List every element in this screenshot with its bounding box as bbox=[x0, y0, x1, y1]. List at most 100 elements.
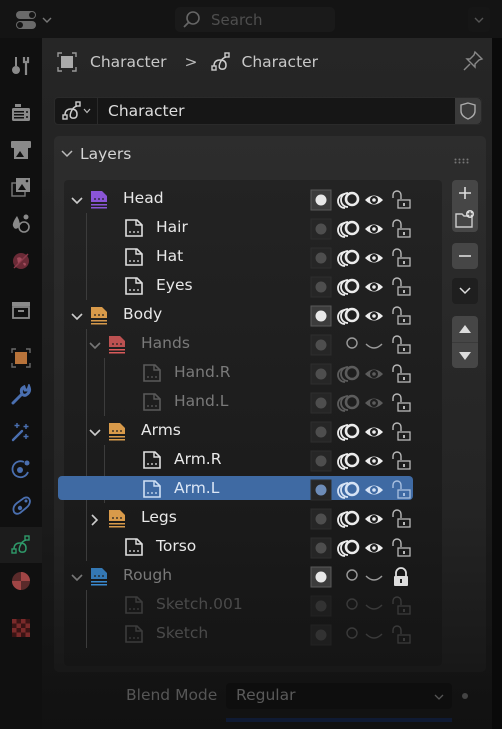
visibility-toggle[interactable] bbox=[363, 305, 385, 331]
visibility-toggle[interactable] bbox=[363, 247, 385, 273]
layer-row[interactable]: Sketch bbox=[64, 621, 442, 647]
keyframe-dot-button[interactable] bbox=[462, 693, 468, 699]
visibility-toggle[interactable] bbox=[363, 363, 385, 389]
visibility-toggle[interactable] bbox=[363, 537, 385, 563]
visibility-toggle[interactable] bbox=[363, 218, 385, 244]
expand-toggle[interactable] bbox=[70, 192, 84, 211]
lock-toggle[interactable] bbox=[390, 624, 412, 650]
move-up-button[interactable] bbox=[452, 316, 478, 342]
layer-row[interactable]: Arm.L bbox=[58, 476, 442, 505]
onion-skin-toggle[interactable] bbox=[337, 624, 361, 650]
mask-toggle[interactable] bbox=[310, 218, 332, 244]
visibility-toggle[interactable] bbox=[363, 624, 385, 650]
visibility-toggle[interactable] bbox=[363, 276, 385, 302]
onion-skin-toggle[interactable] bbox=[337, 566, 361, 592]
onion-skin-toggle[interactable] bbox=[337, 305, 361, 331]
lock-toggle[interactable] bbox=[390, 305, 412, 331]
lock-toggle[interactable] bbox=[390, 421, 412, 447]
onion-skin-toggle[interactable] bbox=[337, 276, 361, 302]
tab-collection[interactable] bbox=[0, 294, 42, 326]
lock-toggle[interactable] bbox=[390, 189, 412, 215]
mask-toggle[interactable] bbox=[310, 537, 332, 563]
blend-mode-dropdown[interactable]: Regular bbox=[226, 683, 452, 709]
layer-row[interactable]: Legs bbox=[64, 505, 442, 531]
specials-menu-button[interactable] bbox=[452, 278, 478, 304]
layer-row[interactable]: Hand.R bbox=[64, 360, 442, 386]
visibility-toggle[interactable] bbox=[363, 450, 385, 476]
onion-skin-toggle[interactable] bbox=[337, 595, 361, 621]
layers-panel-header[interactable]: Layers bbox=[60, 142, 131, 166]
mask-toggle[interactable] bbox=[310, 421, 332, 447]
onion-skin-toggle[interactable] bbox=[337, 363, 361, 389]
visibility-toggle[interactable] bbox=[363, 479, 385, 505]
layer-row[interactable]: Arm.R bbox=[64, 447, 442, 473]
visibility-toggle[interactable] bbox=[363, 334, 385, 360]
add-layer-button[interactable] bbox=[452, 180, 478, 206]
mask-toggle[interactable] bbox=[310, 450, 332, 476]
lock-toggle[interactable] bbox=[390, 479, 412, 505]
tab-render[interactable] bbox=[0, 97, 42, 129]
layer-row[interactable]: Rough bbox=[64, 563, 442, 589]
tab-view-layer[interactable] bbox=[0, 171, 42, 203]
editor-type-button[interactable] bbox=[14, 7, 54, 33]
tab-texture[interactable] bbox=[0, 612, 42, 644]
visibility-toggle[interactable] bbox=[363, 508, 385, 534]
onion-skin-toggle[interactable] bbox=[337, 392, 361, 418]
browse-datablock-button[interactable] bbox=[55, 98, 98, 124]
lock-toggle[interactable] bbox=[390, 508, 412, 534]
mask-toggle[interactable] bbox=[310, 276, 332, 302]
lock-toggle[interactable] bbox=[390, 247, 412, 273]
mask-toggle[interactable] bbox=[310, 305, 332, 331]
mask-toggle[interactable] bbox=[310, 566, 332, 592]
tab-object[interactable] bbox=[0, 342, 42, 374]
lock-toggle[interactable] bbox=[390, 334, 412, 360]
pin-button[interactable] bbox=[462, 50, 484, 76]
move-down-button[interactable] bbox=[452, 342, 478, 368]
tab-tool[interactable] bbox=[0, 50, 42, 82]
layer-row[interactable]: Sketch.001 bbox=[64, 592, 442, 618]
lock-toggle[interactable] bbox=[390, 363, 412, 389]
layer-row[interactable]: Arms bbox=[64, 418, 442, 444]
tab-material[interactable] bbox=[0, 565, 42, 597]
mask-toggle[interactable] bbox=[310, 363, 332, 389]
visibility-toggle[interactable] bbox=[363, 392, 385, 418]
visibility-toggle[interactable] bbox=[363, 189, 385, 215]
tab-effects[interactable] bbox=[0, 416, 42, 448]
layer-row[interactable]: Hand.L bbox=[64, 389, 442, 415]
tab-object-data[interactable] bbox=[0, 527, 42, 563]
layer-row[interactable]: Torso bbox=[64, 534, 442, 560]
mask-toggle[interactable] bbox=[310, 334, 332, 360]
onion-skin-toggle[interactable] bbox=[337, 479, 361, 505]
tab-modifiers[interactable] bbox=[0, 379, 42, 411]
fake-user-button[interactable] bbox=[455, 98, 481, 124]
lock-toggle[interactable] bbox=[390, 276, 412, 302]
visibility-toggle[interactable] bbox=[363, 421, 385, 447]
lock-toggle[interactable] bbox=[390, 392, 412, 418]
onion-skin-toggle[interactable] bbox=[337, 218, 361, 244]
layer-row[interactable]: Hair bbox=[64, 215, 442, 241]
layer-row[interactable]: Hat bbox=[64, 244, 442, 270]
panel-drag-handle[interactable] bbox=[454, 149, 470, 168]
mask-toggle[interactable] bbox=[310, 624, 332, 650]
onion-skin-toggle[interactable] bbox=[337, 537, 361, 563]
expand-toggle[interactable] bbox=[70, 308, 84, 327]
expand-toggle[interactable] bbox=[88, 424, 102, 443]
layer-row[interactable]: Eyes bbox=[64, 273, 442, 299]
onion-skin-toggle[interactable] bbox=[337, 334, 361, 360]
mask-toggle[interactable] bbox=[310, 189, 332, 215]
tab-physics[interactable] bbox=[0, 453, 42, 485]
tab-world[interactable] bbox=[0, 245, 42, 277]
expand-toggle[interactable] bbox=[88, 337, 102, 356]
layer-row[interactable]: Head bbox=[64, 186, 442, 212]
mask-toggle[interactable] bbox=[310, 392, 332, 418]
search-input[interactable]: Search bbox=[175, 7, 335, 32]
layer-row[interactable]: Hands bbox=[64, 331, 442, 357]
onion-skin-toggle[interactable] bbox=[337, 189, 361, 215]
layer-row[interactable]: Body bbox=[64, 302, 442, 328]
onion-skin-toggle[interactable] bbox=[337, 508, 361, 534]
header-options-button[interactable] bbox=[468, 7, 490, 32]
lock-toggle[interactable] bbox=[390, 595, 412, 621]
visibility-toggle[interactable] bbox=[363, 595, 385, 621]
onion-skin-toggle[interactable] bbox=[337, 450, 361, 476]
mask-toggle[interactable] bbox=[310, 247, 332, 273]
